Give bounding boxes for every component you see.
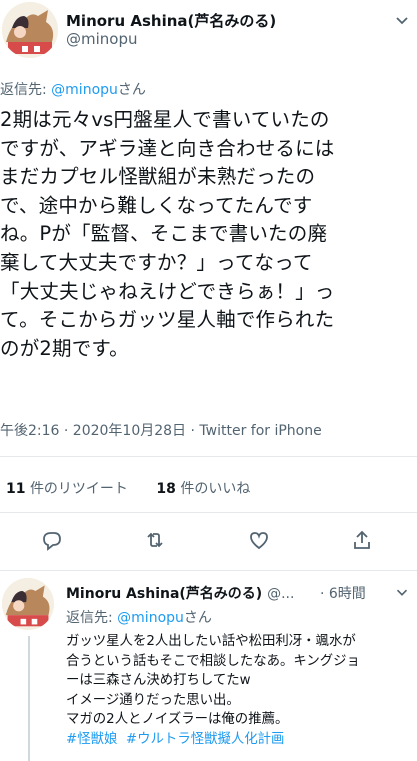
reply-text-line: マガの2人とノイズラーは俺の推薦。	[66, 712, 289, 727]
reply-author[interactable]: Minoru Ashina(芦名みのる) @...	[66, 583, 294, 603]
likes-stat[interactable]: 18 件のいいね	[156, 478, 250, 498]
reply-text-line: 合うという話もそこで相談したなあ。キングジョ	[66, 653, 360, 669]
share-icon	[354, 530, 370, 549]
tweet-text-line: 棄して大丈夫ですか？」ってなって	[0, 250, 313, 274]
replying-prefix: 返信先:	[0, 82, 52, 98]
divider	[0, 570, 417, 571]
replying-handle-link[interactable]: @minopu	[117, 610, 184, 626]
likes-label: 件のいいね	[180, 481, 251, 497]
tweet-text-line: 「大丈夫じゃねえけどできらぁ！」っ	[0, 279, 335, 303]
divider	[0, 456, 417, 457]
more-options-icon[interactable]	[392, 10, 412, 30]
reply-more-options-icon[interactable]	[393, 583, 411, 601]
share-button[interactable]	[350, 528, 378, 556]
tweet-text-line: で、途中から難しくなってたんです	[0, 193, 313, 217]
likes-count: 18	[156, 481, 176, 497]
retweets-count: 11	[6, 481, 26, 497]
reply-text-line: ガッツ星人を2人出したい話や松田利冴・颯水が	[66, 634, 356, 649]
reply-avatar[interactable]	[2, 578, 54, 630]
replying-prefix: 返信先:	[66, 610, 118, 626]
retweet-button[interactable]	[143, 528, 171, 556]
tweet-text-line: のが2期です。	[0, 336, 129, 360]
avatar[interactable]	[2, 2, 58, 58]
replying-suffix: さん	[183, 610, 212, 626]
tweet-stats: 11 件のリツイート 18 件のいいね	[6, 478, 274, 498]
tweet-text-line: ですが、アギラ達と向き合わせるには	[0, 136, 335, 160]
replying-to: 返信先: @minopuさん	[0, 79, 146, 99]
tweet-text-line: て。そこからガッツ星人軸で作られた	[0, 308, 335, 332]
tweet-text-line: 2期は元々vs円盤星人で書いていたの	[0, 108, 330, 131]
retweets-label: 件のリツイート	[29, 481, 128, 497]
replying-handle-link[interactable]: @minopu	[51, 82, 118, 98]
reply-text-line: ーは三森さん決め打ちしてたw	[66, 673, 251, 688]
divider	[0, 512, 417, 513]
author-handle[interactable]: @minopu	[66, 30, 138, 48]
retweets-stat[interactable]: 11 件のリツイート	[6, 478, 128, 498]
like-icon	[250, 532, 268, 550]
replying-suffix: さん	[117, 82, 146, 98]
retweet-icon	[147, 532, 163, 548]
reply-button[interactable]	[40, 528, 68, 556]
reply-time[interactable]: · 6時間	[320, 583, 366, 603]
reply-replying-to: 返信先: @minopuさん	[66, 607, 212, 627]
avatar-illustration	[2, 578, 54, 630]
hashtag-link[interactable]: #ウルトラ怪獣擬人化計画	[126, 732, 285, 747]
tweet-text: 2期は元々vs円盤星人で書いていたの ですが、アギラ達と向き合わせるには まだカ…	[0, 106, 417, 363]
reply-icon	[43, 532, 61, 551]
tweet-text-line: まだカプセル怪獣組が未熟だったの	[0, 165, 316, 189]
tweet-timestamp[interactable]: 午後2:16 · 2020年10月28日 · Twitter for iPhon…	[0, 420, 322, 440]
reply-hashtags: #怪獣娘 #ウルトラ怪獣擬人化計画	[66, 730, 416, 750]
hashtag-link[interactable]: #怪獣娘	[66, 732, 117, 747]
reply-text-line: イメージ通りだった思い出。	[66, 692, 240, 708]
tweet-text-line: ね。Pが「監督、そこまで書いたの廃	[0, 222, 328, 246]
action-bar	[0, 528, 417, 556]
avatar-illustration	[2, 2, 58, 58]
author-name[interactable]: Minoru Ashina(芦名みのる)	[66, 10, 276, 31]
reply-text: ガッツ星人を2人出したい話や松田利冴・颯水が 合うという話もそこで相談したなあ。…	[66, 632, 416, 749]
reply-author-handle: @...	[267, 586, 295, 602]
like-button[interactable]	[247, 528, 275, 556]
reply-author-name: Minoru Ashina(芦名みのる)	[66, 586, 263, 602]
thread-line	[28, 636, 30, 761]
